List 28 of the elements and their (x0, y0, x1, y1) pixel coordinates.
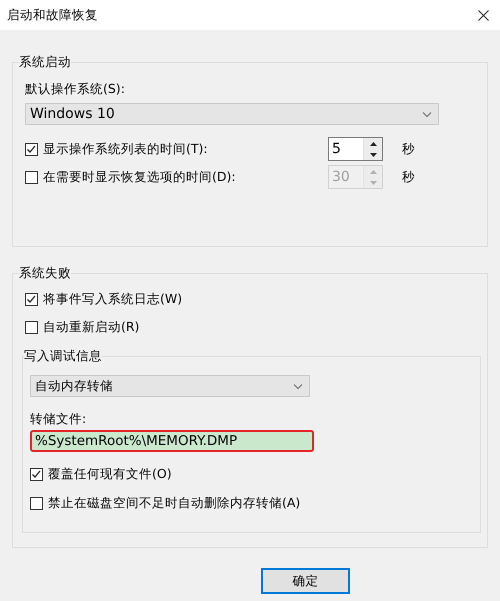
checkbox[interactable] (30, 468, 43, 480)
group-title: 系统启动 (19, 54, 71, 71)
unit-label: 秒 (402, 168, 415, 186)
field-label: 默认操作系统(S): (25, 81, 126, 98)
checkmark-icon (26, 294, 37, 304)
field-label: 转储文件: (30, 411, 88, 428)
checkbox-label[interactable]: 覆盖任何现有文件(O) (48, 466, 172, 482)
checkbox-label[interactable]: 自动重新启动(R) (43, 318, 140, 336)
unit-label: 秒 (402, 140, 415, 158)
close-icon (478, 10, 489, 20)
checkbox[interactable] (25, 320, 38, 334)
ok-button[interactable]: 确定 (261, 568, 350, 594)
window-title: 启动和故障恢复 (7, 6, 98, 24)
checkmark-icon (31, 468, 42, 480)
chevron-icon (293, 382, 303, 390)
checkbox-label[interactable]: 显示操作系统列表的时间(T): (43, 140, 208, 158)
checkbox-label[interactable]: 将事件写入系统日志(W) (43, 290, 182, 308)
checkmark-icon (26, 144, 37, 154)
text-field[interactable]: %SystemRoot%\MEMORY.DMP (30, 430, 314, 452)
checkbox[interactable] (25, 142, 38, 156)
checkbox[interactable] (30, 496, 43, 510)
group-title: 系统失败 (19, 265, 71, 282)
checkbox-label[interactable]: 禁止在磁盘空间不足时自动删除内存转储(A) (48, 494, 300, 512)
group-title: 写入调试信息 (24, 348, 102, 365)
dropdown[interactable]: Windows 10 (25, 103, 439, 125)
chevron-icon (422, 110, 432, 118)
dropdown[interactable]: 自动内存转储 (30, 375, 310, 397)
checkbox[interactable] (25, 292, 38, 306)
